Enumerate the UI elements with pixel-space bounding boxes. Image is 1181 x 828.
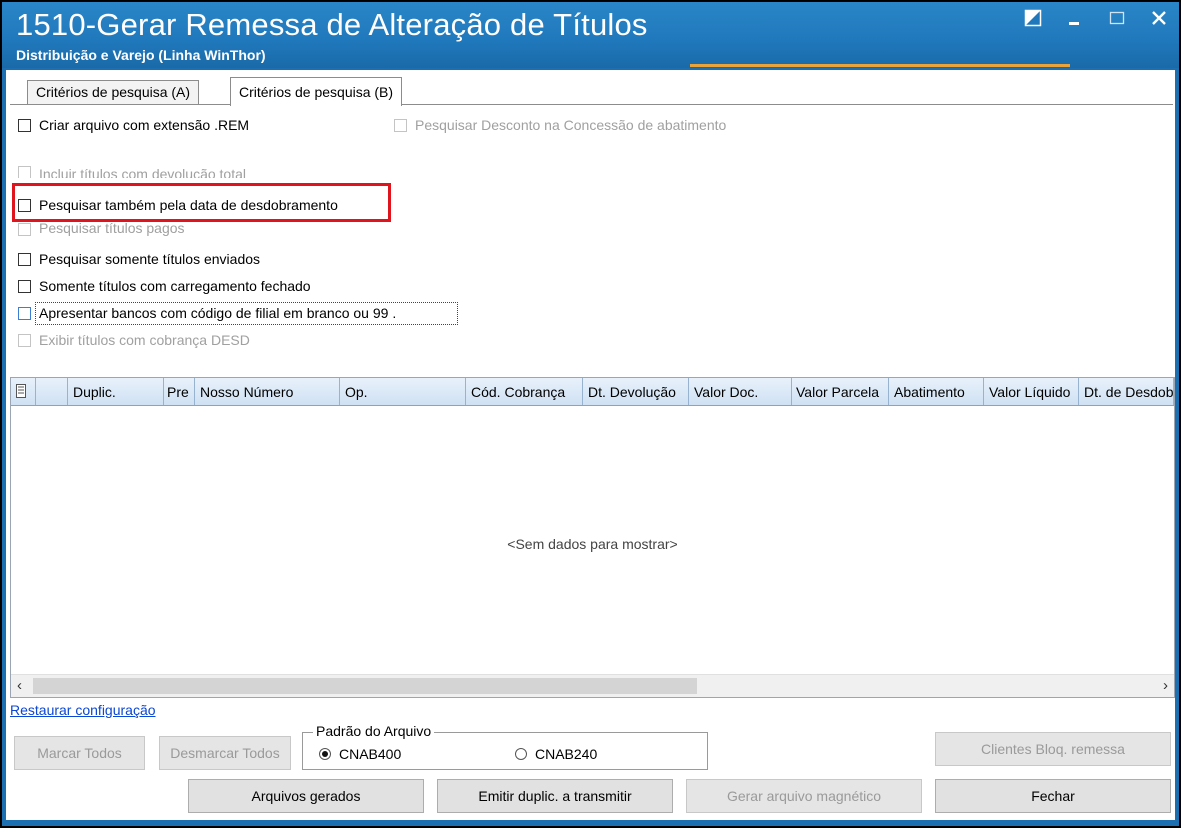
column-nosso-numero[interactable]: Nosso Número — [195, 378, 340, 405]
checkbox[interactable] — [18, 252, 31, 266]
restore-icon[interactable] — [1023, 8, 1043, 28]
option-label: Apresentar bancos com código de filial e… — [39, 305, 397, 321]
checkbox[interactable] — [18, 306, 31, 320]
option-pesquisar-desconto: Pesquisar Desconto na Concessão de abati… — [394, 114, 726, 136]
column-pre[interactable]: Pre — [164, 378, 195, 405]
option-incluir-devolucao: Incluir títulos com devolução total — [18, 166, 246, 178]
accent-line — [690, 64, 1070, 67]
desmarcar-todos-button[interactable]: Desmarcar Todos — [159, 736, 291, 770]
column-dt-devolucao[interactable]: Dt. Devolução — [583, 378, 689, 405]
scroll-right-icon[interactable]: › — [1163, 677, 1168, 694]
gerar-arquivo-button[interactable]: Gerar arquivo magnético — [686, 779, 922, 813]
highlight-box — [12, 183, 391, 222]
radio-label: CNAB400 — [339, 746, 402, 762]
marcar-todos-button[interactable]: Marcar Todos — [14, 736, 145, 770]
scroll-left-icon[interactable]: ‹ — [17, 677, 22, 694]
option-label: Somente títulos com carregamento fechado — [39, 278, 311, 294]
horizontal-scrollbar[interactable]: ‹ › — [11, 674, 1174, 697]
option-criar-arquivo-rem[interactable]: Criar arquivo com extensão .REM — [18, 114, 249, 136]
checkbox — [18, 333, 31, 347]
tab-strip: Critérios de pesquisa (A) Critérios de p… — [10, 76, 1173, 106]
option-label: Incluir títulos com devolução total — [39, 166, 246, 178]
option-exibir-desd: Exibir títulos com cobrança DESD — [18, 329, 250, 351]
column-chooser-icon[interactable] — [11, 378, 36, 405]
radio-cnab400[interactable]: CNAB400 — [319, 746, 401, 762]
column-blank — [36, 378, 68, 405]
minimize-icon[interactable] — [1065, 8, 1085, 28]
option-bancos-filial-branco[interactable]: Apresentar bancos com código de filial e… — [18, 302, 396, 324]
column-duplic[interactable]: Duplic. — [68, 378, 164, 405]
arquivos-gerados-button[interactable]: Arquivos gerados — [188, 779, 424, 813]
column-cod-cobranca[interactable]: Cód. Cobrança — [466, 378, 583, 405]
option-label: Criar arquivo com extensão .REM — [39, 117, 250, 133]
column-valor-liquido[interactable]: Valor Líquido — [984, 378, 1079, 405]
column-valor-doc[interactable]: Valor Doc. — [689, 378, 792, 405]
tab-criterios-b[interactable]: Critérios de pesquisa (B) — [230, 77, 403, 106]
window-title: 1510-Gerar Remessa de Alteração de Títul… — [16, 7, 648, 42]
restore-config-link[interactable]: Restaurar configuração — [10, 702, 156, 718]
close-icon[interactable] — [1149, 8, 1169, 28]
grid-header: Duplic. Pre Nosso Número Op. Cód. Cobran… — [11, 378, 1174, 406]
maximize-icon[interactable] — [1107, 8, 1127, 28]
option-label: Pesquisar títulos pagos — [39, 222, 185, 236]
group-title: Padrão do Arquivo — [313, 723, 435, 739]
tab-criterios-a[interactable]: Critérios de pesquisa (A) — [27, 80, 200, 104]
main-window: 1510-Gerar Remessa de Alteração de Títul… — [0, 0, 1181, 828]
client-area: Critérios de pesquisa (A) Critérios de p… — [6, 70, 1175, 820]
window-controls — [1023, 8, 1169, 28]
radio-button[interactable] — [515, 748, 527, 760]
option-carregamento-fechado[interactable]: Somente títulos com carregamento fechado — [18, 275, 311, 297]
column-abatimento[interactable]: Abatimento — [889, 378, 984, 405]
checkbox — [394, 118, 407, 132]
radio-button[interactable] — [319, 748, 331, 760]
checkbox — [18, 166, 31, 178]
option-pesquisar-pagos: Pesquisar títulos pagos — [18, 222, 185, 236]
window-subtitle: Distribuição e Varejo (Linha WinThor) — [16, 47, 266, 63]
emitir-duplic-button[interactable]: Emitir duplic. a transmitir — [437, 779, 673, 813]
clientes-bloq-button[interactable]: Clientes Bloq. remessa — [935, 732, 1171, 766]
results-grid[interactable]: Duplic. Pre Nosso Número Op. Cód. Cobran… — [10, 377, 1175, 698]
padrao-arquivo-group: Padrão do Arquivo CNAB400 CNAB240 — [302, 723, 708, 770]
checkbox[interactable] — [18, 279, 31, 293]
column-valor-parcela[interactable]: Valor Parcela — [792, 378, 889, 405]
checkbox — [18, 223, 31, 236]
fechar-button[interactable]: Fechar — [935, 779, 1171, 813]
option-label: Exibir títulos com cobrança DESD — [39, 332, 250, 348]
checkbox[interactable] — [18, 118, 31, 132]
option-somente-enviados[interactable]: Pesquisar somente títulos enviados — [18, 248, 260, 270]
radio-label: CNAB240 — [535, 746, 598, 762]
column-dt-desdobramento[interactable]: Dt. de Desdobramento — [1079, 378, 1174, 405]
column-op[interactable]: Op. — [340, 378, 466, 405]
empty-grid-message: <Sem dados para mostrar> — [507, 536, 678, 552]
option-label: Pesquisar Desconto na Concessão de abati… — [415, 117, 727, 133]
title-bar: 1510-Gerar Remessa de Alteração de Títul… — [2, 2, 1179, 68]
option-label: Pesquisar somente títulos enviados — [39, 251, 261, 267]
radio-cnab240[interactable]: CNAB240 — [515, 746, 597, 762]
scrollbar-thumb[interactable] — [33, 678, 697, 694]
